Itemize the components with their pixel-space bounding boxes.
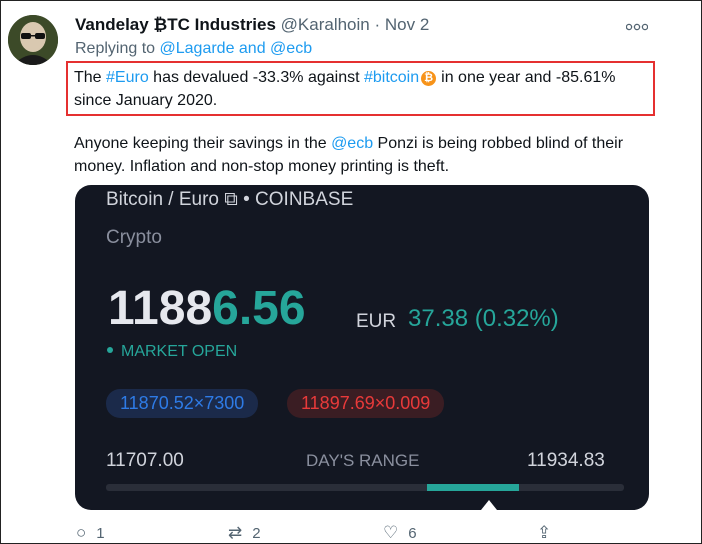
avatar-image bbox=[8, 15, 58, 65]
retweet-count: 2 bbox=[252, 525, 261, 542]
bid-badge: 11870.52×7300 bbox=[106, 389, 259, 418]
like-button[interactable]: ♡ 6 bbox=[383, 523, 417, 543]
tweet-text-body: Anyone keeping their savings in the @ecb… bbox=[74, 132, 654, 178]
day-low: 11707.00 bbox=[106, 450, 184, 471]
text-segment: Anyone keeping their savings in the bbox=[74, 135, 332, 152]
card-title: Bitcoin / Euro ⧉ • COINBASE bbox=[106, 189, 354, 210]
mention-ecb-link[interactable]: @ecb bbox=[331, 135, 373, 152]
more-icon[interactable] bbox=[625, 18, 649, 34]
retweet-icon: ⇄ bbox=[228, 523, 243, 542]
ask-badge: 11897.69×0.009 bbox=[287, 389, 445, 418]
status-dot-icon bbox=[107, 347, 113, 353]
price-main: 1188 bbox=[108, 282, 213, 335]
reply-targets-link[interactable]: @Lagarde and @ecb bbox=[160, 40, 313, 57]
like-count: 6 bbox=[408, 525, 417, 542]
price-value: 11886.56 bbox=[108, 279, 306, 339]
reply-count: 1 bbox=[96, 525, 105, 542]
day-range-fill bbox=[427, 484, 519, 491]
like-icon: ♡ bbox=[383, 523, 399, 542]
share-icon: ⇪ bbox=[537, 523, 552, 542]
range-marker-icon bbox=[481, 500, 497, 510]
reply-prefix: Replying to bbox=[75, 40, 160, 57]
more-dots-icon bbox=[625, 23, 649, 31]
avatar[interactable] bbox=[8, 15, 58, 65]
card-subtitle: Crypto bbox=[106, 227, 162, 248]
hashtag-euro-link[interactable]: #Euro bbox=[106, 69, 149, 86]
tweet-author: Vandelay ₿TC Industries @Karalhoin · Nov… bbox=[75, 15, 429, 35]
market-status-label: MARKET OPEN bbox=[121, 343, 238, 360]
market-status: MARKET OPEN bbox=[107, 343, 237, 361]
day-range-label: DAY'S RANGE bbox=[306, 451, 420, 470]
hashtag-bitcoin-link[interactable]: #bitcoin bbox=[364, 69, 419, 86]
day-range-bar bbox=[106, 484, 624, 491]
price-card[interactable]: Bitcoin / Euro ⧉ • COINBASE Crypto 11886… bbox=[75, 185, 649, 510]
author-handle[interactable]: @Karalhoin bbox=[281, 15, 370, 34]
reply-button[interactable]: ○ 1 bbox=[76, 523, 105, 543]
share-button[interactable]: ⇪ bbox=[537, 523, 561, 543]
author-name[interactable]: Vandelay ₿TC Industries bbox=[75, 15, 276, 34]
tweet-date[interactable]: Nov 2 bbox=[385, 15, 429, 34]
price-change: 37.38 (0.32%) bbox=[408, 305, 559, 332]
reply-icon: ○ bbox=[76, 523, 87, 542]
tweet-text-highlighted: The #Euro has devalued -33.3% against #b… bbox=[74, 66, 654, 112]
text-segment: has devalued -33.3% against bbox=[148, 69, 364, 86]
bitcoin-emoji-icon: ₿ bbox=[421, 71, 437, 86]
retweet-button[interactable]: ⇄ 2 bbox=[228, 523, 261, 543]
currency-label: EUR bbox=[356, 311, 397, 332]
day-high: 11934.83 bbox=[527, 450, 605, 471]
separator-dot: · bbox=[374, 15, 381, 34]
text-segment: The bbox=[74, 69, 107, 86]
replying-to: Replying to @Lagarde and @ecb bbox=[75, 40, 312, 58]
price-accent: 6.56 bbox=[212, 282, 306, 335]
